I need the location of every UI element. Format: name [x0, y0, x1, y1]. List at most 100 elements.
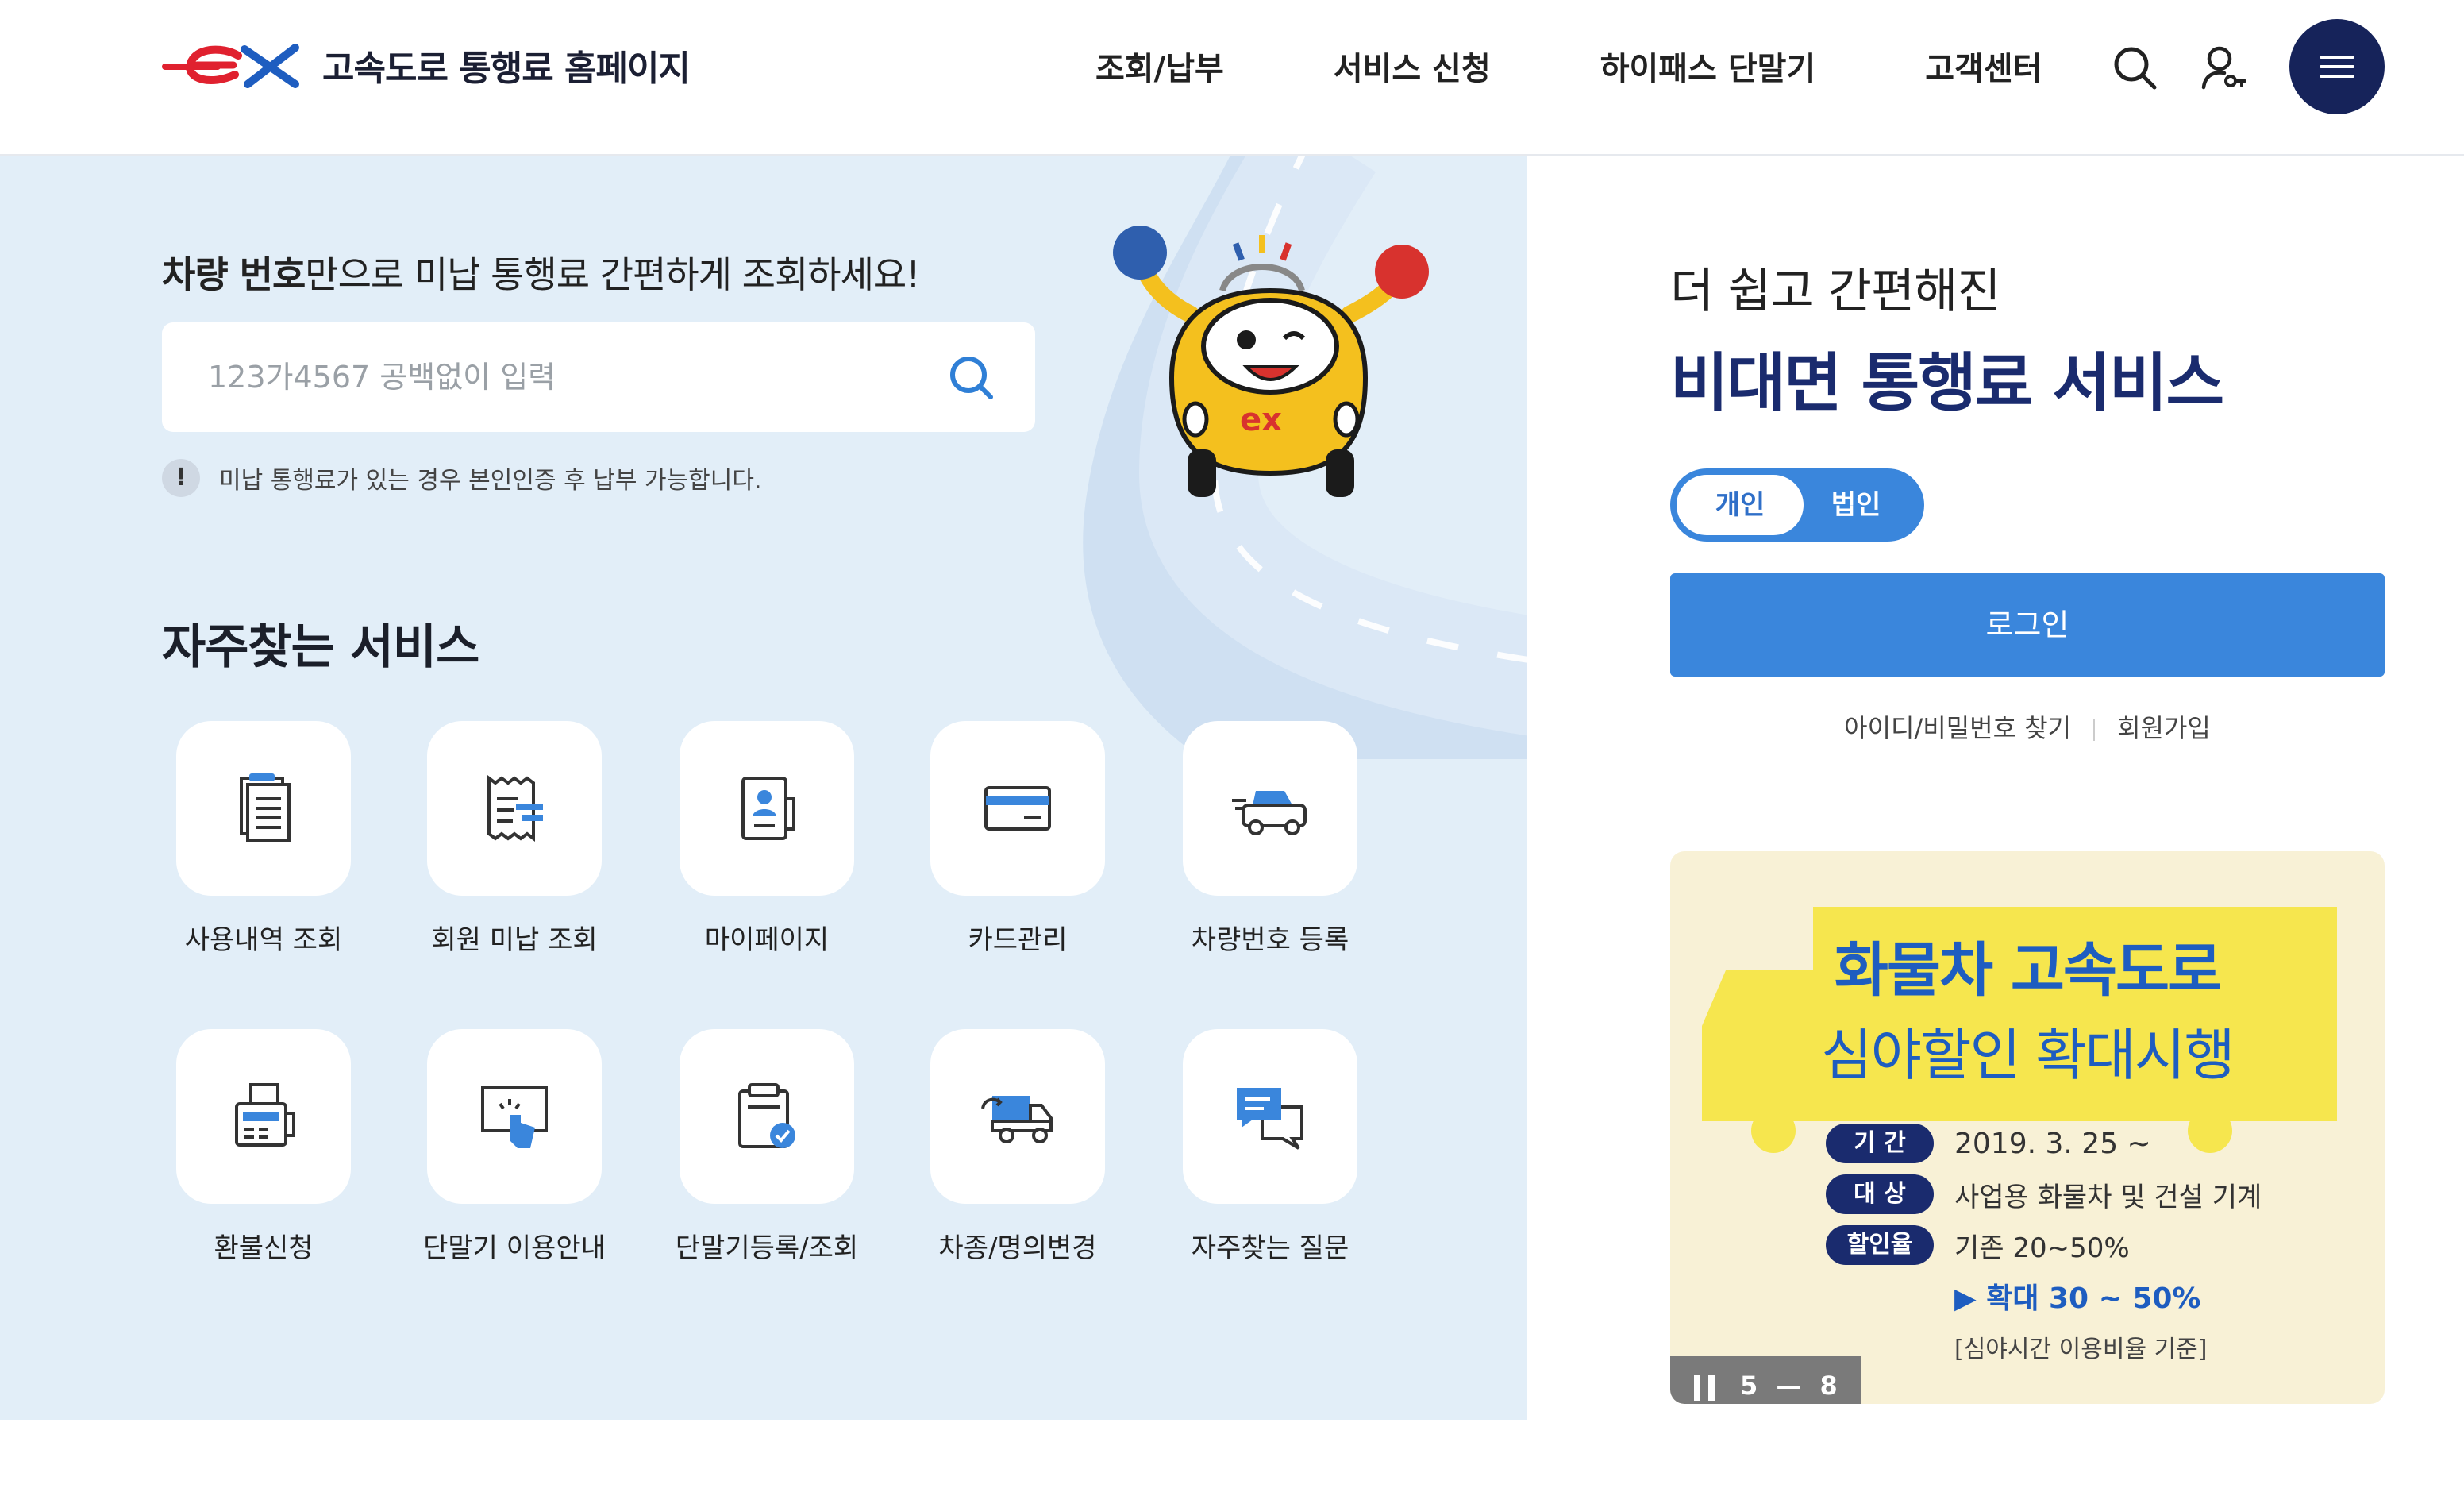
search-heading-bold: 차량 번호: [162, 253, 306, 296]
service-label: 회원 미납 조회: [431, 924, 598, 956]
discount-highlight: ▶ 확대 30 ~ 50%: [1954, 1282, 2201, 1315]
toggle-corporate[interactable]: 법인: [1792, 475, 1919, 535]
banner-row-highlight: ▶ 확대 30 ~ 50%: [1826, 1270, 2262, 1321]
service-label: 단말기등록/조회: [675, 1232, 859, 1264]
slide-total: 8: [1819, 1371, 1838, 1401]
service-vehicle-change[interactable]: 차종/명의변경: [930, 1029, 1105, 1265]
discount-note: [심야시간 이용비율 기준]: [1954, 1336, 2208, 1363]
service-device-register[interactable]: 단말기등록/조회: [676, 1029, 858, 1265]
target-value: 사업용 화물차 및 건설 기계: [1954, 1181, 2262, 1213]
service-tile[interactable]: [930, 1029, 1105, 1204]
service-tile[interactable]: [930, 721, 1105, 896]
service-label: 차종/명의변경: [938, 1232, 1097, 1264]
service-tile[interactable]: [176, 1029, 351, 1204]
discount-value: 기존 20~50%: [1954, 1232, 2130, 1264]
nav-item-inquiry-payment[interactable]: 조회/납부: [1095, 43, 1224, 89]
hamburger-menu-button[interactable]: [2289, 19, 2385, 114]
toggle-personal[interactable]: 개인: [1677, 475, 1804, 535]
pause-icon[interactable]: [1694, 1375, 1716, 1401]
service-label: 마이페이지: [704, 924, 830, 956]
chat-bubbles-icon: [1237, 1088, 1303, 1150]
service-tile[interactable]: [680, 1029, 854, 1204]
search-icon[interactable]: [2110, 43, 2161, 94]
service-tile[interactable]: [427, 721, 602, 896]
service-device-guide[interactable]: 단말기 이용안내: [423, 1029, 606, 1265]
banner-details: 기 간 2019. 3. 25 ~ 대 상 사업용 화물차 및 건설 기계 할인…: [1826, 1118, 2262, 1372]
nav-item-service-apply[interactable]: 서비스 신청: [1334, 43, 1491, 89]
touch-screen-icon: [481, 1086, 548, 1148]
banner-title-line1: 화물차 고속도로: [1834, 936, 2222, 1004]
service-label: 자주찾는 질문: [1191, 1232, 1349, 1264]
unpaid-notice: ! 미납 통행료가 있는 경우 본인인증 후 납부 가능합니다.: [162, 459, 762, 497]
banner-row-period: 기 간 2019. 3. 25 ~: [1826, 1118, 2262, 1169]
banner-row-target: 대 상 사업용 화물차 및 건설 기계: [1826, 1169, 2262, 1220]
frequent-services-title: 자주찾는 서비스: [162, 619, 479, 675]
banner-slider-control: 5 — 8: [1670, 1356, 1861, 1404]
service-label: 단말기 이용안내: [423, 1232, 606, 1264]
slide-separator: —: [1776, 1371, 1802, 1401]
service-label: 카드관리: [968, 924, 1068, 956]
clipboard-check-icon: [738, 1083, 795, 1148]
service-tile[interactable]: [1183, 1029, 1357, 1204]
member-type-toggle[interactable]: 개인 법인: [1670, 468, 1924, 542]
svg-text:ex: ex: [1240, 402, 1282, 438]
login-links: 아이디/비밀번호 찾기 회원가입: [1670, 708, 2385, 745]
banner-title: 화물차 고속도로 심야할인 확대시행: [1670, 923, 2385, 1091]
promo-banner[interactable]: 화물차 고속도로 심야할인 확대시행 기 간 2019. 3. 25 ~ 대 상…: [1670, 851, 2385, 1404]
nav-item-hipass-device[interactable]: 하이패스 단말기: [1600, 43, 1816, 89]
notice-text: 미납 통행료가 있는 경우 본인인증 후 납부 가능합니다.: [219, 467, 762, 495]
badge-period: 기 간: [1826, 1124, 1934, 1163]
service-mypage[interactable]: 마이페이지: [680, 721, 854, 957]
service-card-manage[interactable]: 카드관리: [930, 721, 1105, 957]
service-label: 환불신청: [214, 1232, 314, 1264]
badge-target: 대 상: [1826, 1174, 1934, 1214]
site-header: 고속도로 통행료 홈페이지 조회/납부 서비스 신청 하이패스 단말기 고객센터: [0, 0, 2464, 156]
service-faq[interactable]: 자주찾는 질문: [1183, 1029, 1357, 1265]
slide-current: 5: [1740, 1371, 1758, 1401]
site-logo[interactable]: 고속도로 통행료 홈페이지: [162, 40, 691, 91]
truck-change-icon: [981, 1096, 1053, 1143]
banner-row-discount: 할인율 기존 20~50%: [1826, 1220, 2262, 1270]
refund-machine-icon: [235, 1083, 295, 1147]
service-vehicle-register[interactable]: 차량번호 등록: [1183, 721, 1357, 957]
main-nav: 조회/납부 서비스 신청 하이패스 단말기 고객센터: [1095, 43, 2042, 89]
nav-item-customer-center[interactable]: 고객센터: [1925, 43, 2042, 89]
find-account-link[interactable]: 아이디/비밀번호 찾기: [1844, 713, 2071, 743]
slide-counter: 5 — 8: [1740, 1371, 1838, 1401]
service-unpaid-member[interactable]: 회원 미납 조회: [427, 721, 602, 957]
service-refund[interactable]: 환불신청: [176, 1029, 351, 1265]
service-tile[interactable]: [427, 1029, 602, 1204]
promo-subtitle: 더 쉽고 간편해진: [1670, 264, 2001, 319]
service-tile[interactable]: [1183, 721, 1357, 896]
left-content-area: ex 차량 번호만으로 미납 통행료 간편하게 조회하세요! ! 미납 통행료가…: [0, 156, 1527, 1420]
mascot-car-icon: ex: [1113, 226, 1429, 497]
user-key-icon[interactable]: [2197, 43, 2248, 94]
service-tile[interactable]: [176, 721, 351, 896]
service-tile[interactable]: [680, 721, 854, 896]
receipt-icon: [487, 775, 543, 842]
ex-logo-icon: [162, 44, 299, 88]
period-value: 2019. 3. 25 ~: [1954, 1127, 2151, 1160]
car-register-icon: [1232, 791, 1307, 835]
search-heading-rest: 만으로 미납 통행료 간편하게 조회하세요!: [305, 253, 920, 296]
service-label: 차량번호 등록: [1191, 924, 1349, 956]
signup-link[interactable]: 회원가입: [2117, 713, 2211, 743]
vehicle-number-input[interactable]: [206, 322, 921, 432]
promo-title: 비대면 통행료 서비스: [1670, 346, 2224, 420]
badge-discount: 할인율: [1826, 1225, 1934, 1265]
search-submit-icon[interactable]: [945, 351, 997, 403]
link-divider: [2093, 719, 2096, 741]
hamburger-line: [2320, 56, 2354, 59]
service-usage-history[interactable]: 사용내역 조회: [176, 721, 351, 957]
exclamation-icon: !: [162, 459, 200, 497]
search-heading: 차량 번호만으로 미납 통행료 간편하게 조회하세요!: [162, 246, 921, 299]
site-title: 고속도로 통행료 홈페이지: [322, 48, 691, 89]
profile-card-icon: [741, 777, 795, 840]
credit-card-icon: [984, 786, 1051, 831]
document-list-icon: [240, 773, 291, 842]
hamburger-line: [2320, 75, 2354, 78]
hamburger-line: [2320, 65, 2354, 68]
banner-title-line2: 심야할인 확대시행: [1821, 1023, 2235, 1088]
banner-row-note: [심야시간 이용비율 기준]: [1826, 1321, 2262, 1372]
login-button[interactable]: 로그인: [1670, 573, 2385, 677]
